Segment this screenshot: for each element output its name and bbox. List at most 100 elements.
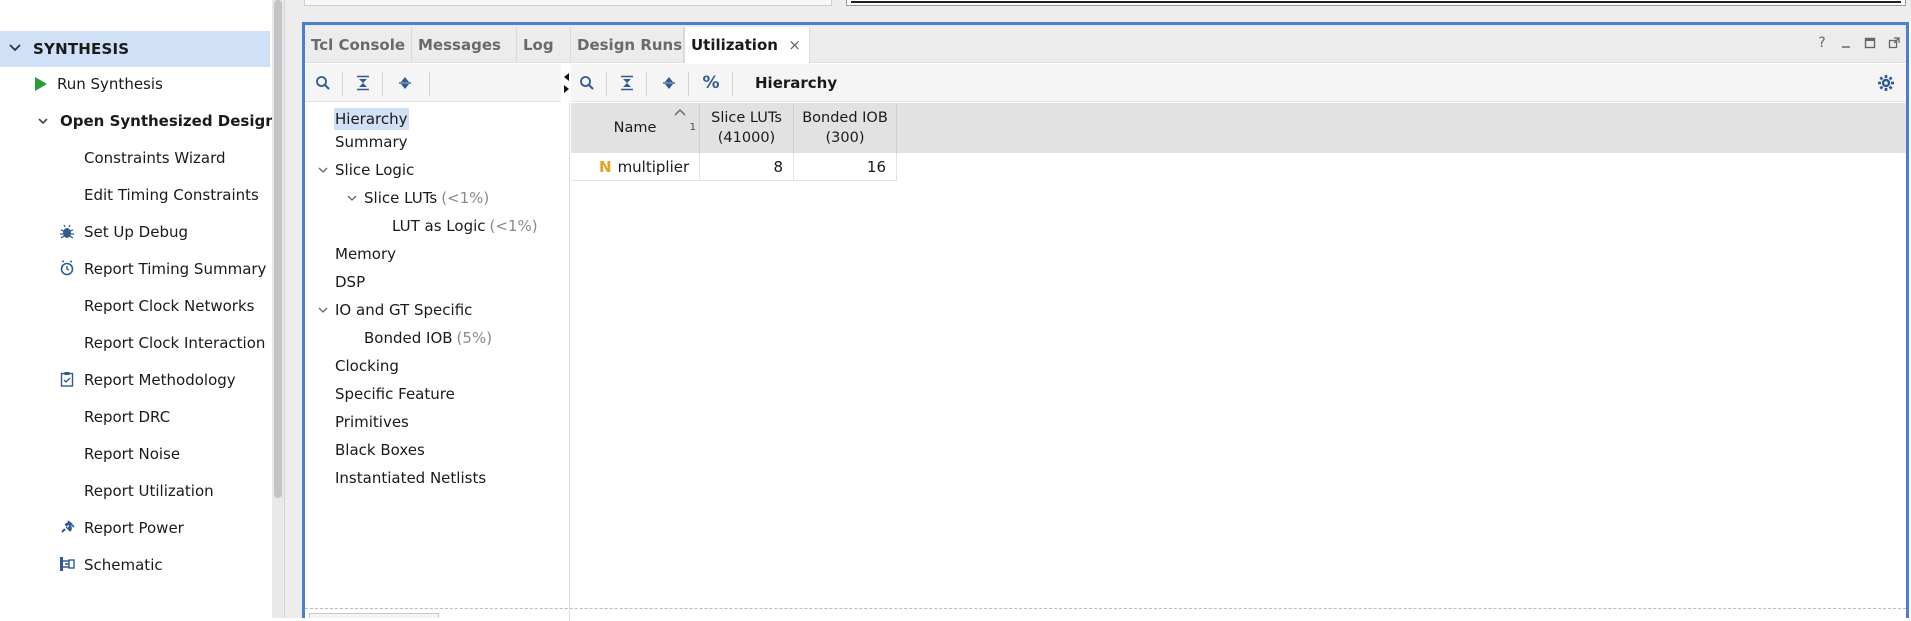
tab-tcl-console[interactable]: Tcl Console (305, 27, 412, 63)
column-header-label: Slice LUTs (711, 110, 782, 126)
tab-log[interactable]: Log (517, 27, 571, 63)
tree-item-percent: (<1%) (441, 189, 490, 207)
nav-item-label: Run Synthesis (57, 75, 163, 93)
table-toolbar: % Hierarchy (571, 64, 1906, 102)
tab-utilization[interactable]: Utilization × (684, 27, 810, 63)
vertical-splitter[interactable] (284, 0, 302, 618)
tree-item-dsp[interactable]: DSP (335, 269, 365, 295)
tree-item-lut-as-logic[interactable]: LUT as Logic (<1%) (392, 213, 538, 239)
cell-name[interactable]: N multiplier (571, 153, 700, 181)
tree-item-label: Slice LUTs (364, 189, 438, 207)
sort-ascending-icon (674, 108, 686, 116)
maximize-icon[interactable] (1862, 35, 1878, 51)
close-icon[interactable]: × (788, 36, 801, 54)
collapse-all-icon[interactable] (351, 71, 375, 95)
run-icon (32, 75, 50, 93)
nav-schematic[interactable]: Schematic (60, 550, 163, 580)
tree-item-specific-feature[interactable]: Specific Feature (335, 381, 455, 407)
cell-value: 16 (866, 157, 886, 176)
tree-item-slice-logic[interactable]: Slice Logic (318, 157, 414, 183)
chevron-down-icon[interactable] (346, 192, 358, 204)
tree-item-bonded-iob[interactable]: Bonded IOB (5%) (364, 325, 492, 351)
chevron-down-icon[interactable] (317, 164, 329, 176)
nav-constraints-wizard[interactable]: Constraints Wizard (84, 143, 226, 173)
nav-item-label: Report Methodology (84, 371, 236, 389)
search-icon[interactable] (575, 71, 599, 95)
nav-report-drc[interactable]: Report DRC (84, 402, 170, 432)
minimize-icon[interactable] (1838, 35, 1854, 51)
panel-window-controls: ? (1814, 33, 1902, 53)
nav-item-label: Set Up Debug (84, 223, 188, 241)
chevron-down-icon[interactable] (8, 41, 22, 55)
column-header-capacity: (41000) (717, 130, 776, 146)
chevron-down-icon[interactable] (34, 112, 52, 130)
nav-item-label: Report Clock Networks (84, 297, 255, 315)
utilization-panel: Tcl Console Messages Log Design Runs Uti… (302, 22, 1909, 621)
nav-item-label: Report Timing Summary (84, 260, 267, 278)
search-icon[interactable] (311, 71, 335, 95)
float-window-icon[interactable] (1886, 35, 1902, 51)
synthesis-section-header[interactable]: SYNTHESIS (0, 31, 270, 67)
tab-messages[interactable]: Messages (412, 27, 517, 63)
flow-navigator-scrollbar[interactable] (272, 0, 284, 618)
help-icon[interactable]: ? (1814, 35, 1830, 51)
tree-item-summary[interactable]: Summary (335, 129, 408, 155)
utilization-table: Name 1 Slice LUTs (41000) Bonded IOB (30… (571, 103, 1906, 621)
power-icon (58, 518, 76, 536)
gear-icon[interactable] (1874, 71, 1898, 95)
tree-item-label: DSP (335, 273, 366, 291)
cell-slice-luts[interactable]: 8 (700, 153, 794, 181)
tree-toolbar (305, 64, 561, 102)
bottom-tab-remnant[interactable] (309, 613, 439, 618)
nav-report-methodology[interactable]: Report Methodology (60, 365, 236, 395)
panel-tab-bar: Tcl Console Messages Log Design Runs Uti… (305, 25, 1906, 63)
column-header-capacity: (300) (825, 130, 865, 146)
tree-item-primitives[interactable]: Primitives (335, 409, 409, 435)
tree-item-clocking[interactable]: Clocking (335, 353, 399, 379)
scrollbar-thumb[interactable] (274, 0, 282, 498)
nav-item-label: Report Clock Interaction (84, 334, 266, 352)
tree-item-label: Bonded IOB (364, 329, 453, 347)
column-header-label: Name (613, 120, 657, 136)
tree-item-label: Summary (335, 133, 408, 151)
chevron-down-icon[interactable] (317, 304, 329, 316)
nav-run-synthesis[interactable]: Run Synthesis (35, 69, 163, 99)
column-header-name[interactable]: Name 1 (571, 103, 700, 153)
nav-report-utilization[interactable]: Report Utilization (84, 476, 214, 506)
tree-item-slice-luts[interactable]: Slice LUTs (<1%) (347, 185, 490, 211)
sort-order-index: 1 (689, 122, 696, 133)
flow-navigator: SYNTHESIS Run Synthesis Open Synthesized… (0, 0, 276, 618)
nav-report-noise[interactable]: Report Noise (84, 439, 180, 469)
cell-bonded-iob[interactable]: 16 (794, 153, 897, 181)
nav-report-clock-networks[interactable]: Report Clock Networks (84, 291, 254, 321)
column-header-bonded-iob[interactable]: Bonded IOB (300) (794, 103, 897, 153)
column-header-label: Bonded IOB (802, 110, 888, 126)
expand-all-icon[interactable] (657, 71, 681, 95)
top-panel-remnant (302, 0, 1911, 22)
tab-design-runs[interactable]: Design Runs (571, 27, 684, 63)
nav-report-power[interactable]: Report Power (61, 513, 184, 543)
tree-item-black-boxes[interactable]: Black Boxes (335, 437, 425, 463)
nav-item-label: Open Synthesized Design (60, 112, 276, 130)
tree-item-instantiated-netlists[interactable]: Instantiated Netlists (335, 465, 486, 491)
upper-panel-edge-left (304, 0, 832, 6)
tree-item-io-and-gt-specific[interactable]: IO and GT Specific (318, 297, 472, 323)
collapse-all-icon[interactable] (615, 71, 639, 95)
column-header-slice-luts[interactable]: Slice LUTs (41000) (700, 103, 794, 153)
clipboard-icon (58, 370, 76, 388)
tab-label: Utilization (691, 36, 778, 54)
tree-item-memory[interactable]: Memory (335, 241, 396, 267)
percent-toggle-button[interactable]: % (699, 71, 723, 95)
nav-edit-timing-constraints[interactable]: Edit Timing Constraints (84, 180, 259, 210)
nav-open-synthesized-design[interactable]: Open Synthesized Design (38, 106, 276, 136)
tree-item-label: Memory (335, 245, 397, 263)
nav-set-up-debug[interactable]: Set Up Debug (60, 217, 188, 247)
expand-all-icon[interactable] (393, 71, 417, 95)
schematic-icon (58, 555, 76, 573)
nav-report-timing-summary[interactable]: Report Timing Summary (60, 254, 267, 284)
tree-item-percent: (<1%) (489, 217, 538, 235)
nav-report-clock-interaction[interactable]: Report Clock Interaction (84, 328, 265, 358)
utilization-tree: Hierarchy Summary Slice Logic Slice LUTs… (305, 103, 570, 621)
tree-table-splitter[interactable] (561, 65, 571, 101)
tree-item-label: Specific Feature (335, 385, 455, 403)
